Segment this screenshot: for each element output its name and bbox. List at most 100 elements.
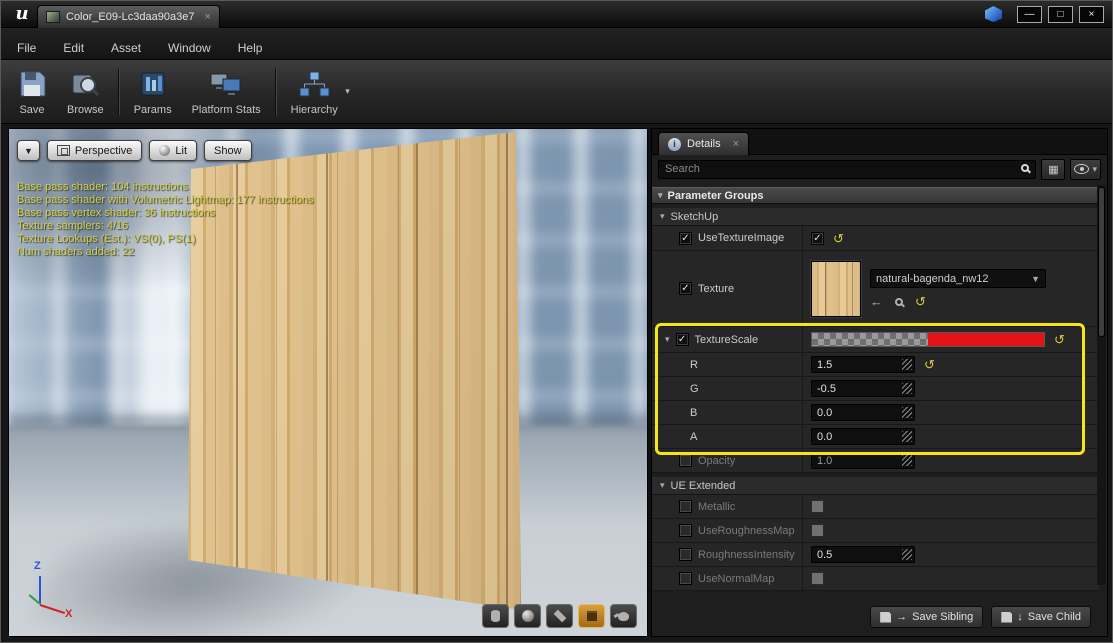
browse-button[interactable]: Browse bbox=[57, 66, 114, 118]
platform-stats-button[interactable]: Platform Stats bbox=[182, 66, 271, 118]
arrow-down-icon: ↓ bbox=[1017, 611, 1023, 623]
r-value-spinbox[interactable]: 1.5 bbox=[811, 356, 915, 373]
a-label: A bbox=[690, 431, 697, 443]
reset-to-default-icon[interactable]: ↺ bbox=[924, 358, 935, 371]
texture-asset-dropdown[interactable]: natural-bagenda_nw12 ▼ bbox=[870, 269, 1046, 288]
minimize-button[interactable]: — bbox=[1017, 6, 1042, 23]
unreal-logo-icon: u bbox=[11, 3, 33, 25]
material-instance-icon bbox=[46, 11, 60, 23]
search-icon bbox=[1021, 164, 1029, 172]
preview-shape-sphere-button[interactable] bbox=[514, 604, 541, 628]
stats-line: Num shaders added: 22 bbox=[17, 246, 314, 259]
g-value-spinbox[interactable]: -0.5 bbox=[811, 380, 915, 397]
reset-to-default-icon[interactable]: ↺ bbox=[833, 232, 844, 245]
preview-shape-cube-button[interactable] bbox=[578, 604, 605, 628]
check-icon: ✓ bbox=[678, 334, 686, 345]
details-scrollbar[interactable] bbox=[1097, 185, 1106, 585]
spin-grip-icon[interactable] bbox=[902, 383, 912, 394]
browse-icon bbox=[70, 70, 100, 101]
opacity-value-spinbox[interactable]: 1.0 bbox=[811, 452, 915, 469]
metallic-value-checkbox[interactable] bbox=[811, 500, 824, 513]
lit-mode-button[interactable]: Lit bbox=[149, 140, 197, 161]
tab-close-icon[interactable]: × bbox=[204, 11, 210, 23]
use-selected-asset-icon[interactable]: ← bbox=[870, 296, 883, 308]
use-texture-image-value-checkbox[interactable]: ✓ bbox=[811, 232, 824, 245]
visibility-filter-button[interactable]: ▾ bbox=[1070, 159, 1101, 180]
texture-scale-override-checkbox[interactable]: ✓ bbox=[676, 333, 689, 346]
reset-to-default-icon[interactable]: ↺ bbox=[915, 295, 926, 308]
chevron-down-icon: ▼ bbox=[1031, 274, 1040, 284]
group-ue-extended-header[interactable]: ▾ UE Extended bbox=[652, 477, 1099, 495]
menu-asset[interactable]: Asset bbox=[111, 41, 141, 55]
use-texture-image-override-checkbox[interactable]: ✓ bbox=[679, 232, 692, 245]
menu-window[interactable]: Window bbox=[168, 41, 211, 55]
texture-scale-color-swatch[interactable] bbox=[811, 332, 1045, 347]
params-icon bbox=[138, 70, 168, 101]
metallic-override-checkbox[interactable] bbox=[679, 500, 692, 513]
hierarchy-button[interactable]: Hierarchy ▾ bbox=[281, 66, 348, 118]
tab-details[interactable]: i Details × bbox=[658, 132, 749, 155]
menu-file[interactable]: File bbox=[17, 41, 36, 55]
axis-x-line bbox=[40, 604, 65, 614]
use-normal-map-override-checkbox[interactable] bbox=[679, 572, 692, 585]
document-tab-title: Color_E09-Lc3daa90a3e7 bbox=[66, 11, 194, 23]
b-value-spinbox[interactable]: 0.0 bbox=[811, 404, 915, 421]
spin-grip-icon[interactable] bbox=[902, 407, 912, 418]
roughness-intensity-spinbox[interactable]: 0.5 bbox=[811, 546, 915, 563]
use-roughness-map-override-checkbox[interactable] bbox=[679, 524, 692, 537]
preview-shape-plane-button[interactable] bbox=[546, 604, 573, 628]
use-texture-image-label: UseTextureImage bbox=[698, 232, 784, 244]
row-texture-scale-b: B 0.0 bbox=[652, 401, 1099, 425]
list-view-icon: ▦ bbox=[1048, 163, 1058, 176]
document-tab[interactable]: Color_E09-Lc3daa90a3e7 × bbox=[37, 5, 220, 28]
chevron-down-icon[interactable]: ▾ bbox=[345, 86, 350, 97]
menu-help[interactable]: Help bbox=[238, 41, 263, 55]
spin-grip-icon[interactable] bbox=[902, 359, 912, 370]
color-swatch-rgb bbox=[928, 333, 1044, 346]
maximize-button[interactable]: □ bbox=[1048, 6, 1073, 23]
save-child-button[interactable]: ↓ Save Child bbox=[991, 606, 1091, 628]
use-roughness-map-value-checkbox[interactable] bbox=[811, 524, 824, 537]
reset-to-default-icon[interactable]: ↺ bbox=[1054, 333, 1065, 346]
search-input[interactable]: Search bbox=[658, 160, 1036, 179]
scrollbar-thumb[interactable] bbox=[1098, 187, 1105, 337]
g-label: G bbox=[690, 383, 699, 395]
texture-override-checkbox[interactable]: ✓ bbox=[679, 282, 692, 295]
details-scroll-area: ▾ Parameter Groups ▾ SketchUp ✓ UseTextu… bbox=[652, 183, 1099, 599]
parameter-groups-header[interactable]: ▾ Parameter Groups bbox=[652, 187, 1099, 204]
row-texture-scale: ▾ ✓ TextureScale ↺ bbox=[652, 327, 1099, 353]
marketplace-icon[interactable] bbox=[985, 6, 1002, 22]
group-sketchup-header[interactable]: ▾ SketchUp bbox=[652, 208, 1099, 226]
opacity-override-checkbox[interactable] bbox=[679, 454, 692, 467]
expander-icon[interactable]: ▾ bbox=[665, 334, 670, 345]
teapot-icon bbox=[618, 612, 629, 621]
preview-shape-teapot-button[interactable] bbox=[610, 604, 637, 628]
view-options-list-button[interactable]: ▦ bbox=[1041, 159, 1065, 180]
spin-grip-icon[interactable] bbox=[902, 455, 912, 466]
save-sibling-button[interactable]: → Save Sibling bbox=[870, 606, 983, 628]
menu-edit[interactable]: Edit bbox=[63, 41, 84, 55]
texture-asset-name: natural-bagenda_nw12 bbox=[876, 273, 989, 285]
toolbar: Save Browse Params bbox=[1, 60, 1112, 124]
params-button[interactable]: Params bbox=[124, 66, 182, 118]
use-normal-map-value-checkbox[interactable] bbox=[811, 572, 824, 585]
perspective-button[interactable]: Perspective bbox=[47, 140, 142, 161]
texture-thumbnail[interactable] bbox=[811, 261, 861, 317]
close-button[interactable]: × bbox=[1079, 6, 1104, 23]
preview-viewport[interactable]: ▼ Perspective Lit Show Base pass shader:… bbox=[8, 128, 648, 637]
a-value-spinbox[interactable]: 0.0 bbox=[811, 428, 915, 445]
row-use-normal-map: UseNormalMap bbox=[652, 567, 1099, 591]
browse-to-asset-icon[interactable] bbox=[895, 298, 903, 306]
tab-close-icon[interactable]: × bbox=[733, 138, 739, 150]
show-menu-button[interactable]: Show bbox=[204, 140, 252, 161]
roughness-intensity-value: 0.5 bbox=[812, 549, 902, 561]
viewport-options-button[interactable]: ▼ bbox=[17, 140, 40, 161]
roughness-intensity-override-checkbox[interactable] bbox=[679, 548, 692, 561]
save-button[interactable]: Save bbox=[7, 66, 57, 118]
preview-shape-cylinder-button[interactable] bbox=[482, 604, 509, 628]
spin-grip-icon[interactable] bbox=[902, 431, 912, 442]
sphere-icon bbox=[522, 610, 534, 622]
titlebar[interactable]: u Color_E09-Lc3daa90a3e7 × — □ × bbox=[1, 1, 1112, 28]
spin-grip-icon[interactable] bbox=[902, 549, 912, 560]
chevron-down-icon: ▼ bbox=[24, 146, 33, 156]
